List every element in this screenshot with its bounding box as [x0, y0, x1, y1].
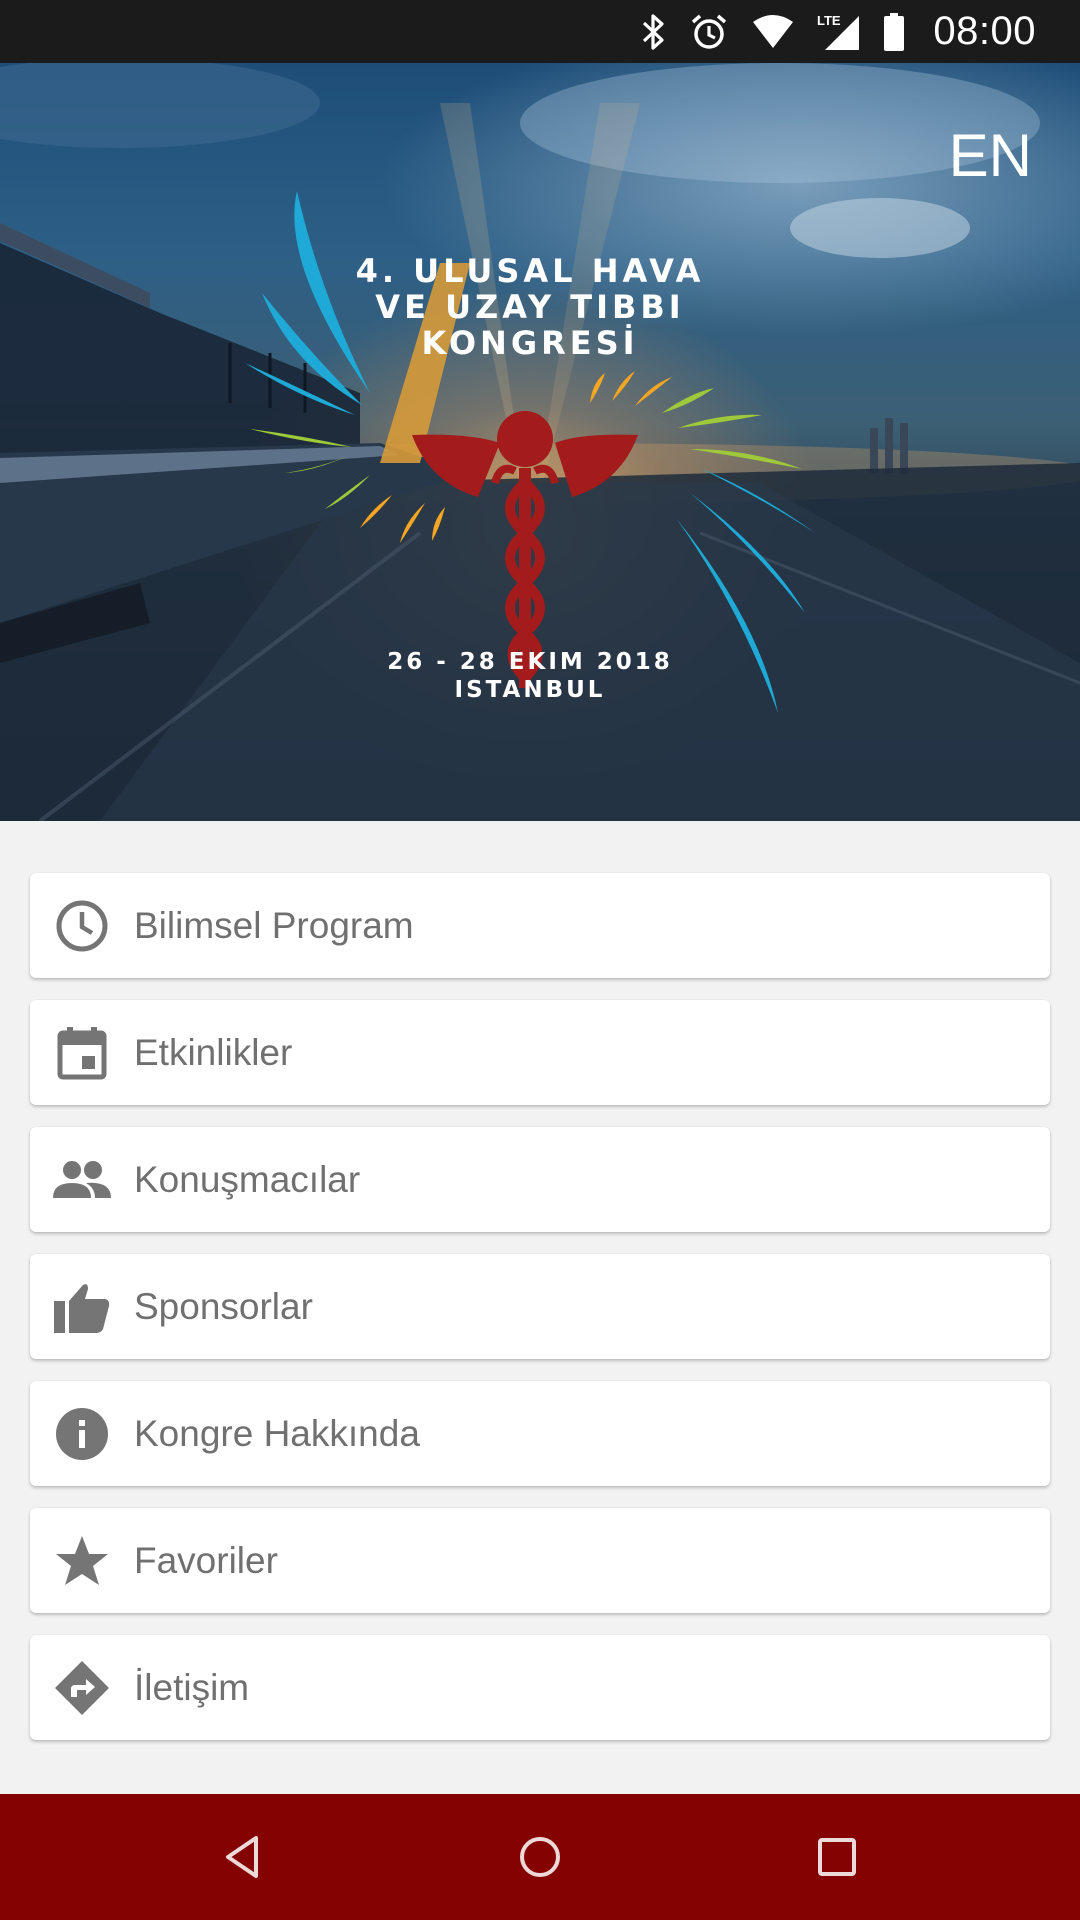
congress-date: 26 - 28 EKIM 2018 [387, 649, 673, 675]
menu-item-label: Sponsorlar [134, 1285, 313, 1327]
caduceus-logo [245, 191, 815, 713]
star-icon [52, 1531, 112, 1591]
status-time: 08:00 [933, 9, 1036, 53]
menu-item-about-congress[interactable]: Kongre Hakkında [30, 1381, 1050, 1486]
thumb-up-icon [52, 1277, 112, 1337]
home-icon[interactable] [515, 1832, 565, 1887]
congress-title-line1: 4. ULUSAL HAVA [355, 252, 705, 290]
alarm-icon [689, 12, 729, 52]
directions-icon [52, 1658, 112, 1718]
congress-title-line3: KONGRESİ [421, 324, 639, 362]
menu-item-label: Konuşmacılar [134, 1158, 361, 1200]
menu-item-label: İletişim [134, 1666, 250, 1708]
language-toggle-button[interactable]: EN [949, 121, 1032, 190]
menu-item-label: Etkinlikler [134, 1031, 293, 1073]
lte-signal-icon: LTE [817, 12, 861, 52]
congress-title: 4. ULUSAL HAVA VE UZAY TIBBI KONGRESİ [290, 253, 770, 361]
main-menu: Bilimsel Program Etkinlikler Konuşmacıla… [30, 873, 1050, 1762]
back-icon[interactable] [218, 1832, 268, 1887]
hero-banner: EN 4. ULUSAL HAVA VE UZAY TIBBI KONGRESİ… [0, 63, 1080, 821]
calendar-icon [52, 1023, 112, 1083]
menu-item-label: Favoriler [134, 1539, 278, 1581]
bluetooth-icon [641, 12, 667, 52]
menu-item-label: Kongre Hakkında [134, 1412, 420, 1454]
system-nav-bar [0, 1794, 1080, 1920]
menu-item-favorites[interactable]: Favoriler [30, 1508, 1050, 1613]
status-bar: LTE 08:00 [0, 0, 1080, 63]
congress-date-location: 26 - 28 EKIM 2018 ISTANBUL [330, 648, 730, 704]
menu-item-sponsors[interactable]: Sponsorlar [30, 1254, 1050, 1359]
people-icon [52, 1150, 112, 1210]
battery-icon [883, 12, 905, 52]
menu-item-label: Bilimsel Program [134, 904, 414, 946]
recents-icon[interactable] [812, 1832, 862, 1887]
clock-icon [52, 896, 112, 956]
congress-title-line2: VE UZAY TIBBI [375, 288, 685, 326]
lte-label: LTE [817, 13, 841, 28]
menu-item-scientific-program[interactable]: Bilimsel Program [30, 873, 1050, 978]
menu-item-speakers[interactable]: Konuşmacılar [30, 1127, 1050, 1232]
wifi-icon [751, 14, 795, 50]
info-icon [52, 1404, 112, 1464]
menu-item-contact[interactable]: İletişim [30, 1635, 1050, 1740]
menu-item-events[interactable]: Etkinlikler [30, 1000, 1050, 1105]
congress-city: ISTANBUL [454, 677, 606, 703]
